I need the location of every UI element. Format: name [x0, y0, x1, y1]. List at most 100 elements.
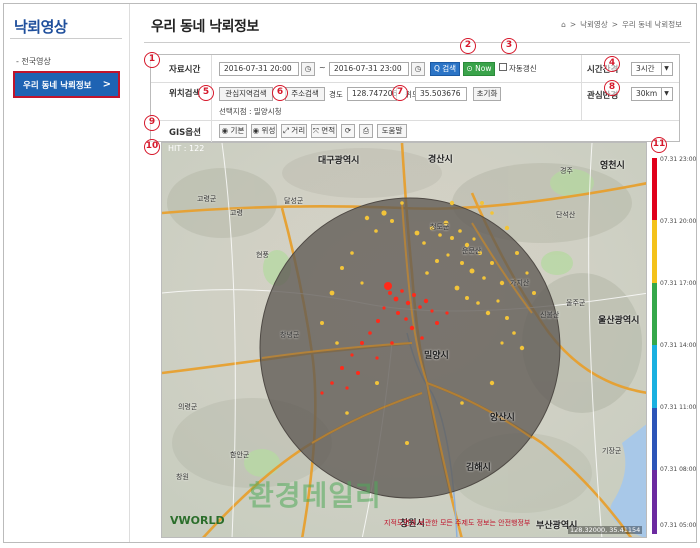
range-tilde: ~	[319, 63, 326, 72]
legend-color	[652, 407, 657, 471]
map-label-town: 의령군	[178, 403, 198, 411]
sidebar-brand[interactable]: 낙뢰영상	[14, 16, 68, 37]
divider	[581, 83, 582, 120]
refresh-icon[interactable]: ⟳	[341, 124, 355, 138]
legend-color	[652, 345, 657, 408]
breadcrumb-separator: >	[611, 20, 619, 29]
sidebar-item-national[interactable]: - 전국영상	[16, 56, 51, 67]
gis-satellite-button[interactable]: ◉ 위성	[251, 124, 277, 138]
reset-button[interactable]: 초기화	[473, 87, 501, 101]
map-label-yangsan: 양산시	[490, 413, 515, 423]
map-label-town: 울주군	[566, 299, 586, 307]
help-button[interactable]: 도움말	[377, 124, 407, 138]
map-label-town: 신불산	[540, 311, 560, 319]
selected-location: 선택지점 : 밀양시청	[219, 107, 282, 116]
print-icon[interactable]: ⎙	[359, 124, 373, 138]
chevron-right-icon: >	[102, 79, 111, 90]
auto-refresh-label: 자동갱신	[509, 64, 537, 73]
region-search-button[interactable]: 관심지역검색	[219, 87, 273, 101]
map-label-town: 청도군	[430, 223, 450, 231]
end-time-input[interactable]: 2016-07-31 23:00	[329, 62, 409, 76]
search-button[interactable]: Q 검색	[430, 62, 460, 76]
map-label-town: 운문산	[462, 247, 482, 255]
interval-select[interactable]: 3시간 ▼	[631, 62, 673, 76]
divider	[211, 55, 212, 82]
annotation-3: 3	[501, 38, 517, 54]
end-clock-icon[interactable]: ◷	[411, 62, 425, 76]
map-label-yeongcheon: 영천시	[600, 161, 625, 171]
legend-label: 07.31 08:00	[660, 466, 697, 473]
legend-label: 07.31 05:00	[660, 522, 697, 529]
radius-select[interactable]: 30km ▼	[631, 87, 673, 101]
gis-distance-button[interactable]: ⤢ 거리	[281, 124, 307, 138]
form-row-gis: GIS옵션 ◉ 기본 ◉ 위성 ⤢ 거리 ⤧ 면적 ⟳ ⎙ 도움말	[151, 121, 679, 143]
divider	[581, 55, 582, 82]
annotation-7: 7	[392, 85, 408, 101]
annotation-10: 10	[144, 139, 160, 155]
auto-refresh-checkbox[interactable]	[499, 63, 507, 71]
start-time-input[interactable]: 2016-07-31 20:00	[219, 62, 299, 76]
address-search-button[interactable]: 주소검색	[285, 87, 325, 101]
map-label-town: 가지산	[510, 279, 530, 287]
strike-dot-large	[384, 282, 392, 290]
location-label: 위치검색	[169, 89, 201, 99]
annotation-1: 1	[144, 52, 160, 68]
map-label-town: 고령	[230, 209, 243, 217]
annotation-9: 9	[144, 115, 160, 131]
map-label-town: 달성군	[284, 197, 304, 205]
breadcrumb-item[interactable]: 낙뢰영상	[580, 19, 608, 30]
legend-label: 07.31 20:00	[660, 218, 697, 225]
divider	[211, 121, 212, 143]
lightning-map[interactable]	[161, 142, 647, 538]
hit-counter: HIT : 122	[168, 144, 205, 153]
map-copyright: 지적도면과 보관한 모든 주제도 정보는 안전행정부	[384, 519, 531, 527]
map-label-town: 기장군	[602, 447, 622, 455]
map-label-town: 단석산	[556, 211, 576, 219]
now-button[interactable]: ⊙ Now	[463, 62, 495, 76]
map-label-town: 현풍	[256, 251, 269, 259]
annotation-5: 5	[198, 85, 214, 101]
annotation-8: 8	[604, 80, 620, 96]
legend-label: 07.31 14:00	[660, 342, 697, 349]
search-form: 자료시간 2016-07-31 20:00 ◷ ~ 2016-07-31 23:…	[150, 54, 680, 143]
map-label-miryang: 밀양시	[424, 351, 449, 361]
time-legend-labels: 07.31 23:00 07.31 20:00 07.31 17:00 07.3…	[660, 156, 696, 536]
annotation-11: 11	[651, 137, 667, 153]
gis-basic-button[interactable]: ◉ 기본	[219, 124, 247, 138]
chevron-down-icon: ▼	[661, 63, 671, 75]
annotation-2: 2	[460, 38, 476, 54]
map-canvas	[162, 143, 646, 537]
map-label-town: 함안군	[230, 451, 250, 459]
breadcrumb-current: 우리 동네 낙뢰정보	[622, 20, 682, 29]
breadcrumb: ⌂ > 낙뢰영상 > 우리 동네 낙뢰정보	[561, 19, 682, 30]
page-title: 우리 동네 낙뢰정보	[151, 19, 259, 35]
interval-value: 3시간	[636, 64, 655, 73]
map-label-town: 고령군	[197, 195, 217, 203]
annotation-4: 4	[604, 56, 620, 72]
lon-label: 경도	[329, 90, 343, 99]
gis-label: GIS옵션	[169, 128, 201, 138]
legend-label: 07.31 17:00	[660, 280, 697, 287]
time-legend-bar	[652, 158, 657, 534]
legend-color-old	[652, 470, 657, 534]
map-label-town: 경주	[560, 167, 573, 175]
annotation-6: 6	[272, 85, 288, 101]
form-row-time: 자료시간 2016-07-31 20:00 ◷ ~ 2016-07-31 23:…	[151, 55, 679, 83]
home-icon[interactable]: ⌂	[561, 20, 566, 29]
sidebar: 낙뢰영상 - 전국영상 우리 동네 낙뢰정보 >	[4, 4, 130, 542]
lat-input[interactable]: 35.503676	[415, 87, 467, 101]
sidebar-item-local-lightning[interactable]: 우리 동네 낙뢰정보 >	[13, 71, 120, 98]
form-row-location: 위치검색 관심지역검색 주소검색 경도 128.747206 위도 35.503…	[151, 83, 679, 121]
legend-label: 07.31 11:00	[660, 404, 697, 411]
chevron-down-icon: ▼	[661, 88, 671, 100]
legend-label: 07.31 23:00	[660, 156, 697, 163]
gis-area-button[interactable]: ⤧ 면적	[311, 124, 337, 138]
map-label-town: 창원	[176, 473, 189, 481]
legend-color-recent	[652, 158, 657, 221]
start-clock-icon[interactable]: ◷	[301, 62, 315, 76]
lon-input[interactable]: 128.747206	[347, 87, 397, 101]
radius-value: 30km	[636, 89, 658, 98]
legend-color	[652, 220, 657, 283]
sidebar-divider	[10, 38, 122, 39]
breadcrumb-separator: >	[569, 20, 577, 29]
